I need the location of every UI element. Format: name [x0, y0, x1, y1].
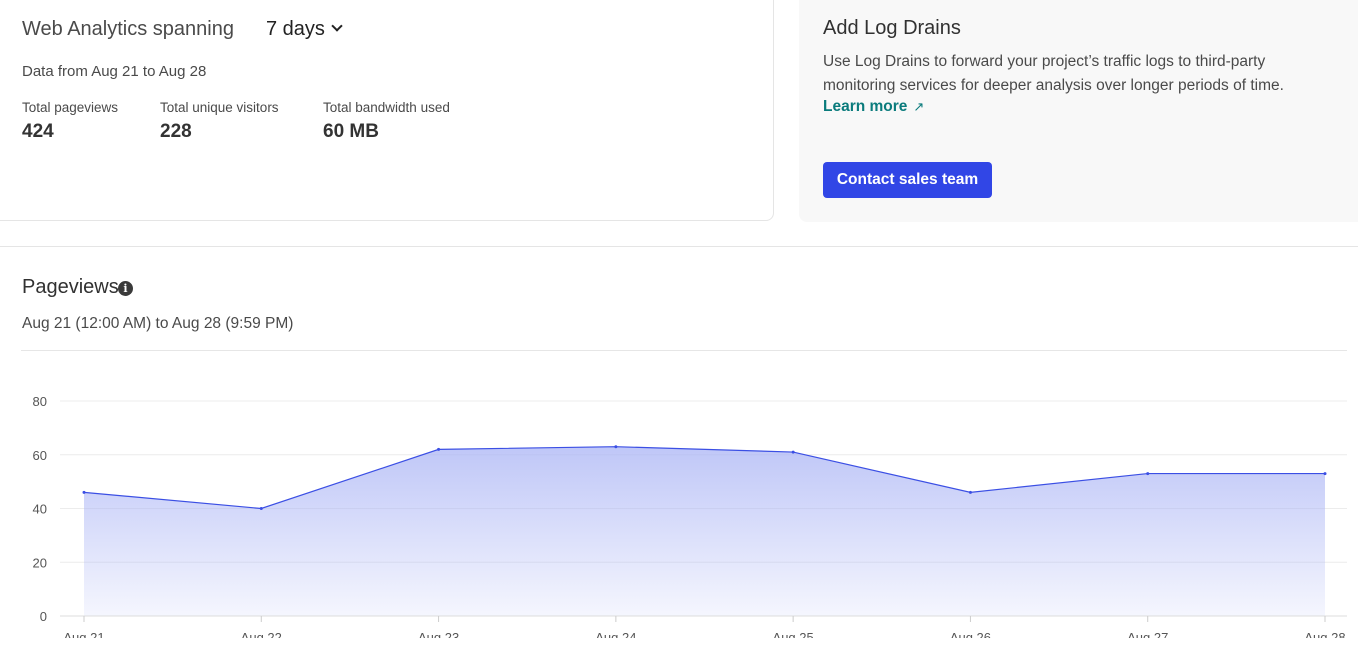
x-tick-label: Aug 28: [1304, 630, 1345, 638]
contact-sales-button[interactable]: Contact sales team: [823, 162, 992, 198]
data-range-text: Data from Aug 21 to Aug 28: [22, 63, 207, 80]
data-point: [1146, 472, 1150, 476]
x-tick-label: Aug 21: [63, 630, 104, 638]
divider: [21, 350, 1347, 351]
y-tick-label: 20: [33, 555, 47, 570]
learn-more-link[interactable]: Learn more ↗: [823, 98, 924, 116]
data-point: [791, 450, 795, 454]
stat-label: Total bandwidth used: [323, 100, 450, 115]
x-tick-label: Aug 22: [241, 630, 282, 638]
stat-unique-visitors: Total unique visitors 228: [160, 100, 279, 143]
chevron-down-icon: [331, 20, 343, 32]
time-range-value: 7 days: [266, 18, 325, 40]
series-area: [84, 446, 1325, 616]
stat-label: Total unique visitors: [160, 100, 279, 115]
pageviews-chart: 0 20 40 60 80 Aug 21 Aug 22 Aug 23 Aug 24 Aug 25 A…: [33, 394, 1347, 638]
data-point: [968, 490, 972, 494]
y-tick-label: 60: [33, 448, 47, 463]
learn-more-label: Learn more: [823, 98, 908, 115]
log-drains-title: Add Log Drains: [823, 17, 961, 39]
log-drains-card: Add Log Drains Use Log Drains to forward…: [799, 0, 1358, 222]
time-range-dropdown[interactable]: 7 days: [266, 18, 343, 41]
x-tick-label: Aug 27: [1127, 630, 1168, 638]
data-point: [614, 445, 618, 449]
y-tick-label: 80: [33, 394, 47, 409]
pageviews-date-range: Aug 21 (12:00 AM) to Aug 28 (9:59 PM): [22, 315, 294, 332]
x-tick-label: Aug 25: [773, 630, 814, 638]
data-point: [82, 490, 86, 494]
stat-value: 424: [22, 121, 54, 142]
stat-value: 60 MB: [323, 121, 379, 142]
y-tick-label: 40: [33, 502, 47, 517]
info-icon[interactable]: i: [118, 281, 133, 296]
x-tick-label: Aug 26: [950, 630, 991, 638]
stat-total-pageviews: Total pageviews 424: [22, 100, 118, 143]
analytics-title: Web Analytics spanning: [22, 18, 234, 40]
external-link-icon: ↗: [913, 99, 925, 114]
data-point: [437, 447, 441, 451]
y-tick-label: 0: [40, 609, 47, 624]
stat-value: 228: [160, 121, 192, 142]
stat-label: Total pageviews: [22, 100, 119, 115]
data-point: [259, 507, 263, 510]
stat-bandwidth: Total bandwidth used 60 MB: [323, 100, 450, 143]
pageviews-title: Pageviews: [22, 276, 119, 298]
log-drains-description: Use Log Drains to forward your project’s…: [823, 53, 1284, 94]
data-point: [1323, 472, 1327, 476]
x-tick-label: Aug 23: [418, 630, 459, 638]
x-tick-label: Aug 24: [595, 630, 636, 638]
